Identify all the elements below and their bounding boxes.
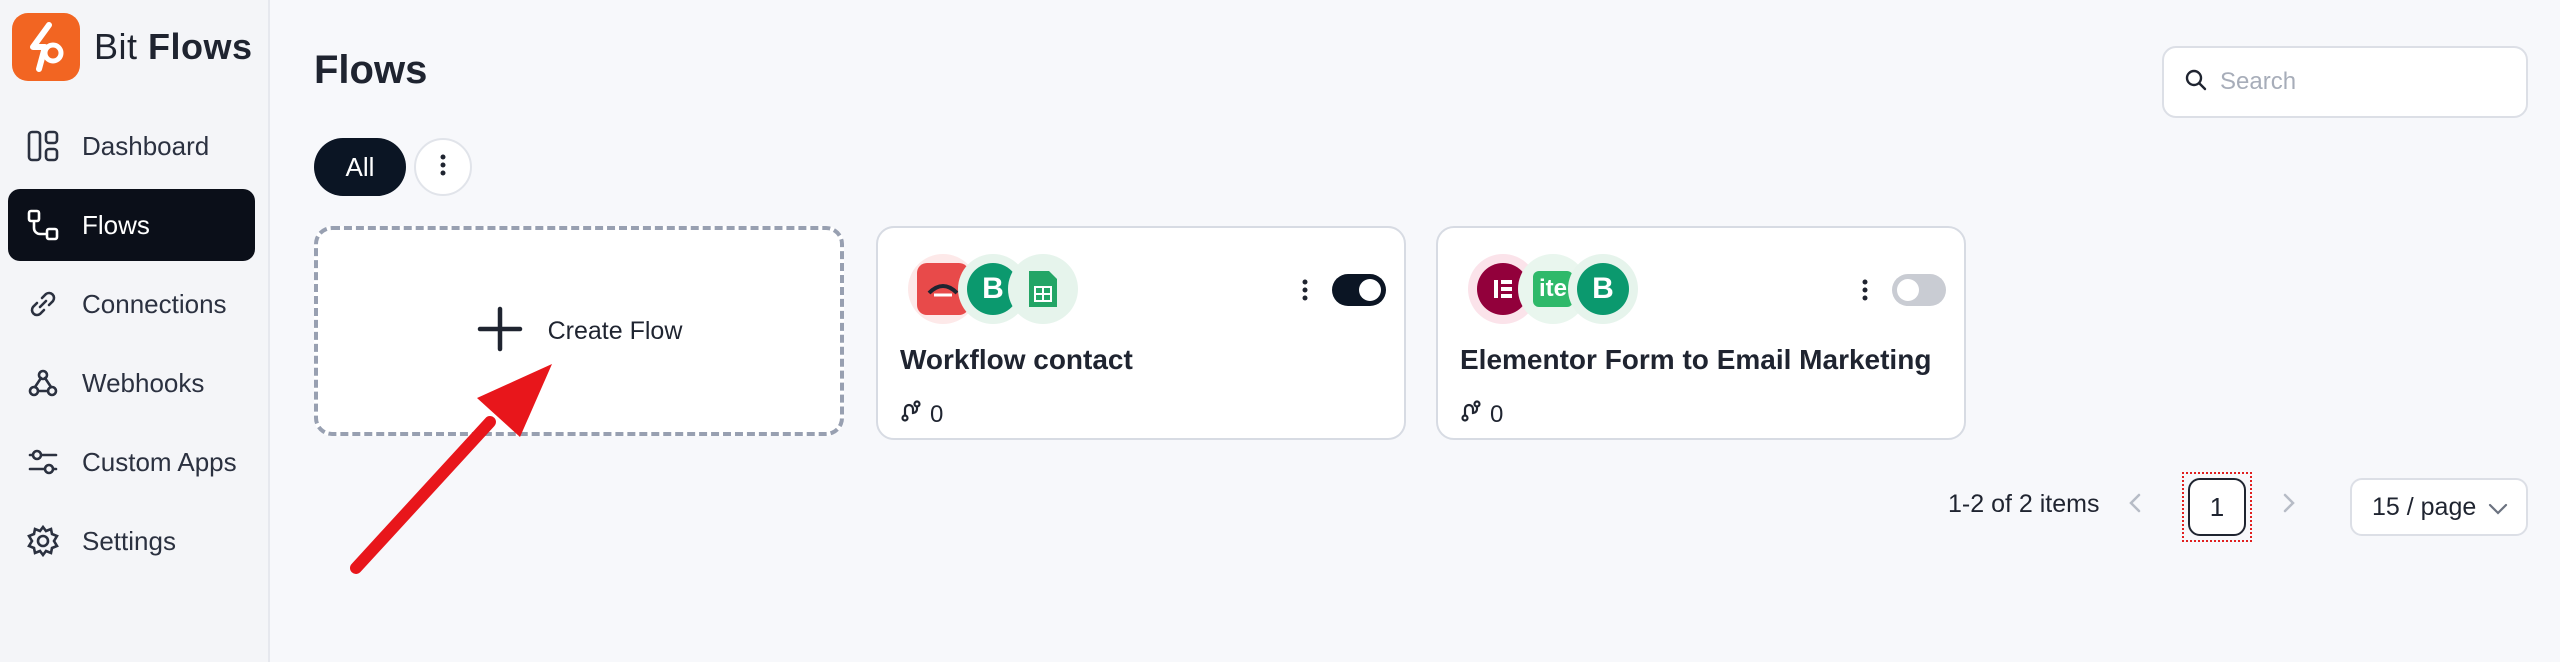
page-size-value: 15 / page <box>2372 492 2477 521</box>
page-size-select[interactable]: 15 / page <box>2350 478 2528 536</box>
route-icon <box>1460 400 1482 429</box>
route-icon <box>900 400 922 429</box>
sidebar-item-label: Custom Apps <box>82 446 237 477</box>
flow-name: Elementor Form to Email Marketing <box>1460 344 1932 375</box>
more-vertical-icon <box>439 153 447 182</box>
sidebar: Bit Flows Dashboard Flows Connections We… <box>0 0 270 662</box>
flow-name: Workflow contact <box>900 344 1133 375</box>
more-vertical-icon <box>1861 278 1869 307</box>
pagination-page-button[interactable]: 1 <box>2188 478 2246 536</box>
flow-run-count: 0 <box>900 400 943 429</box>
sidebar-item-label: Connections <box>82 288 227 319</box>
pagination-total: 1-2 of 2 items <box>1948 490 2100 518</box>
search-icon <box>2184 68 2208 97</box>
page-title: Flows <box>314 48 428 92</box>
sidebar-item-custom-apps[interactable]: Custom Apps <box>8 426 255 498</box>
sliders-icon <box>26 445 60 479</box>
bitflows-logo-icon <box>12 13 80 81</box>
filter-all-tab[interactable]: All <box>314 138 406 196</box>
chevron-left-icon <box>2128 490 2142 521</box>
flow-enable-toggle[interactable] <box>1892 274 1946 306</box>
flow-card[interactable]: B Workflow contact 0 <box>876 226 1406 440</box>
flow-enable-toggle[interactable] <box>1332 274 1386 306</box>
sidebar-item-connections[interactable]: Connections <box>8 268 255 340</box>
sidebar-item-dashboard[interactable]: Dashboard <box>8 110 255 182</box>
more-vertical-icon <box>1301 278 1309 307</box>
filter-more-button[interactable] <box>414 138 472 196</box>
pagination-prev-button[interactable] <box>2128 490 2142 522</box>
brand[interactable]: Bit Flows <box>12 12 253 82</box>
google-sheets-icon <box>1008 254 1078 324</box>
flow-card[interactable]: ite B Elementor Form to Email Marketing … <box>1436 226 1966 440</box>
search-input[interactable] <box>2220 68 2510 96</box>
dashboard-icon <box>26 129 60 163</box>
flow-run-count-value: 0 <box>930 400 944 428</box>
sidebar-item-label: Webhooks <box>82 367 205 398</box>
sidebar-nav: Dashboard Flows Connections Webhooks Cus… <box>8 110 255 584</box>
pagination-next-button[interactable] <box>2282 490 2296 522</box>
link-icon <box>26 287 60 321</box>
sidebar-item-label: Flows <box>82 209 150 240</box>
mailerlite-label: ite <box>1532 271 1573 307</box>
chevron-down-icon <box>2488 493 2508 522</box>
create-flow-label: Create Flow <box>547 316 683 345</box>
sidebar-item-webhooks[interactable]: Webhooks <box>8 347 255 419</box>
brevo-icon: B <box>1568 254 1638 324</box>
toggle-knob <box>1897 279 1919 301</box>
flow-menu-button[interactable] <box>1850 272 1880 312</box>
sidebar-item-label: Settings <box>82 525 176 556</box>
flow-run-count: 0 <box>1460 400 1503 429</box>
sidebar-item-flows[interactable]: Flows <box>8 189 255 261</box>
flow-run-count-value: 0 <box>1490 400 1504 428</box>
gear-icon <box>26 524 60 558</box>
chevron-right-icon <box>2282 490 2296 521</box>
toggle-knob <box>1359 279 1381 301</box>
flow-menu-button[interactable] <box>1290 272 1320 312</box>
flows-icon <box>26 208 60 242</box>
brand-name: Bit Flows <box>94 26 253 67</box>
webhook-icon <box>26 366 60 400</box>
search-box[interactable] <box>2162 46 2528 118</box>
plus-icon <box>476 305 524 358</box>
sidebar-item-label: Dashboard <box>82 130 210 161</box>
create-flow-card[interactable]: Create Flow <box>314 226 844 436</box>
sidebar-item-settings[interactable]: Settings <box>8 505 255 577</box>
